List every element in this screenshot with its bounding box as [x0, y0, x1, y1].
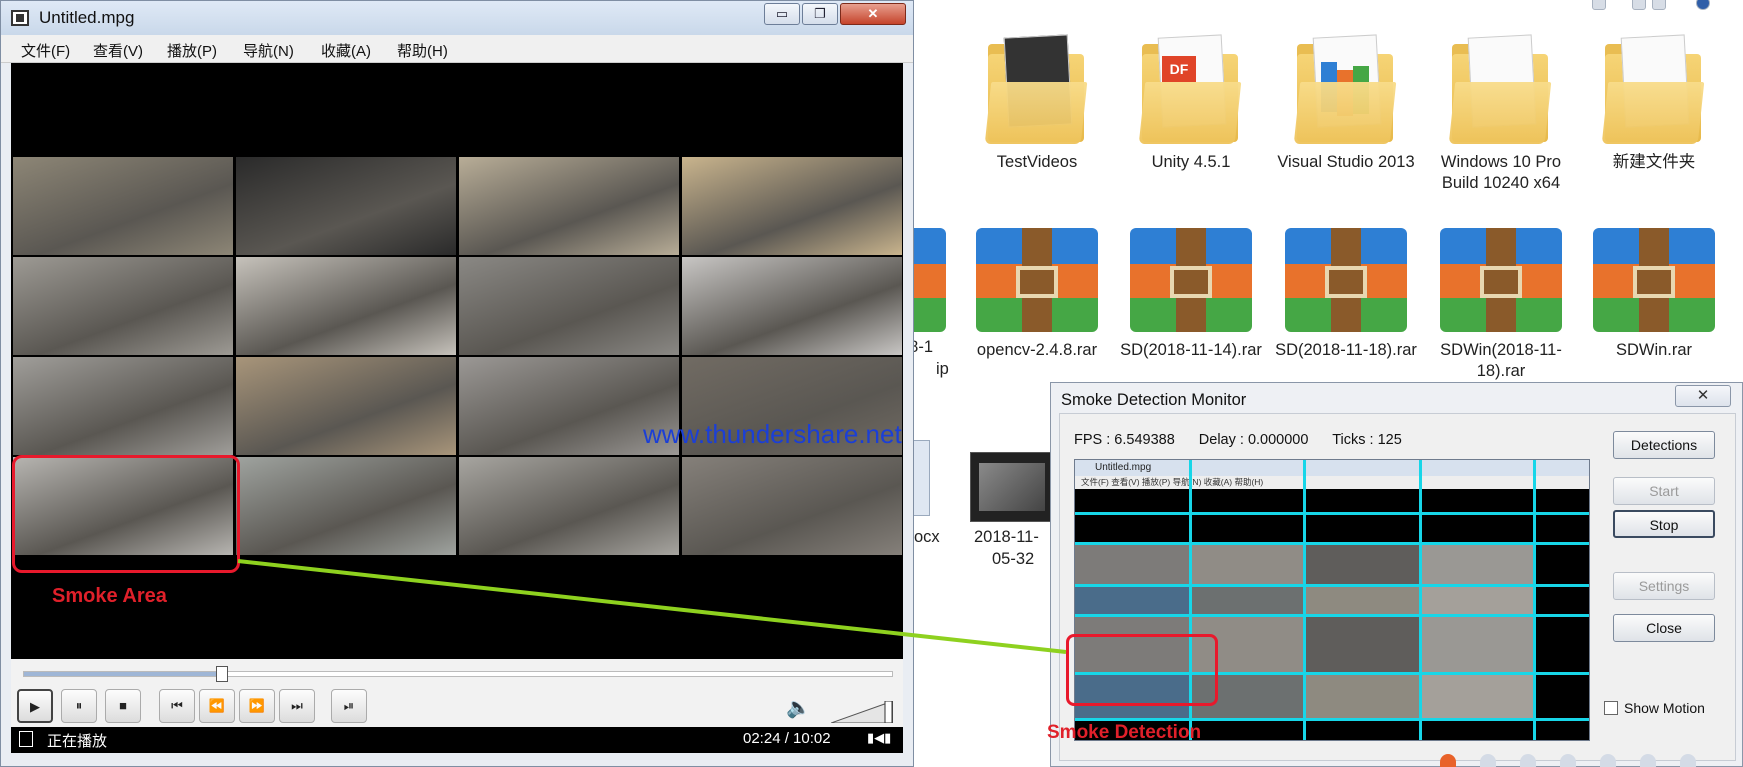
tray-icon[interactable] — [1560, 754, 1576, 767]
tray-icon[interactable] — [1680, 754, 1696, 767]
connector-line — [237, 559, 1067, 654]
screenshot: TestVideos DF Unity 4.5.1 Visual Studio … — [0, 0, 1743, 767]
system-tray — [1440, 754, 1743, 767]
tray-icon[interactable] — [1640, 754, 1656, 767]
tray-icon[interactable] — [1440, 754, 1456, 767]
tray-icon[interactable] — [1480, 754, 1496, 767]
tray-icon[interactable] — [1520, 754, 1536, 767]
tray-icon[interactable] — [1600, 754, 1616, 767]
